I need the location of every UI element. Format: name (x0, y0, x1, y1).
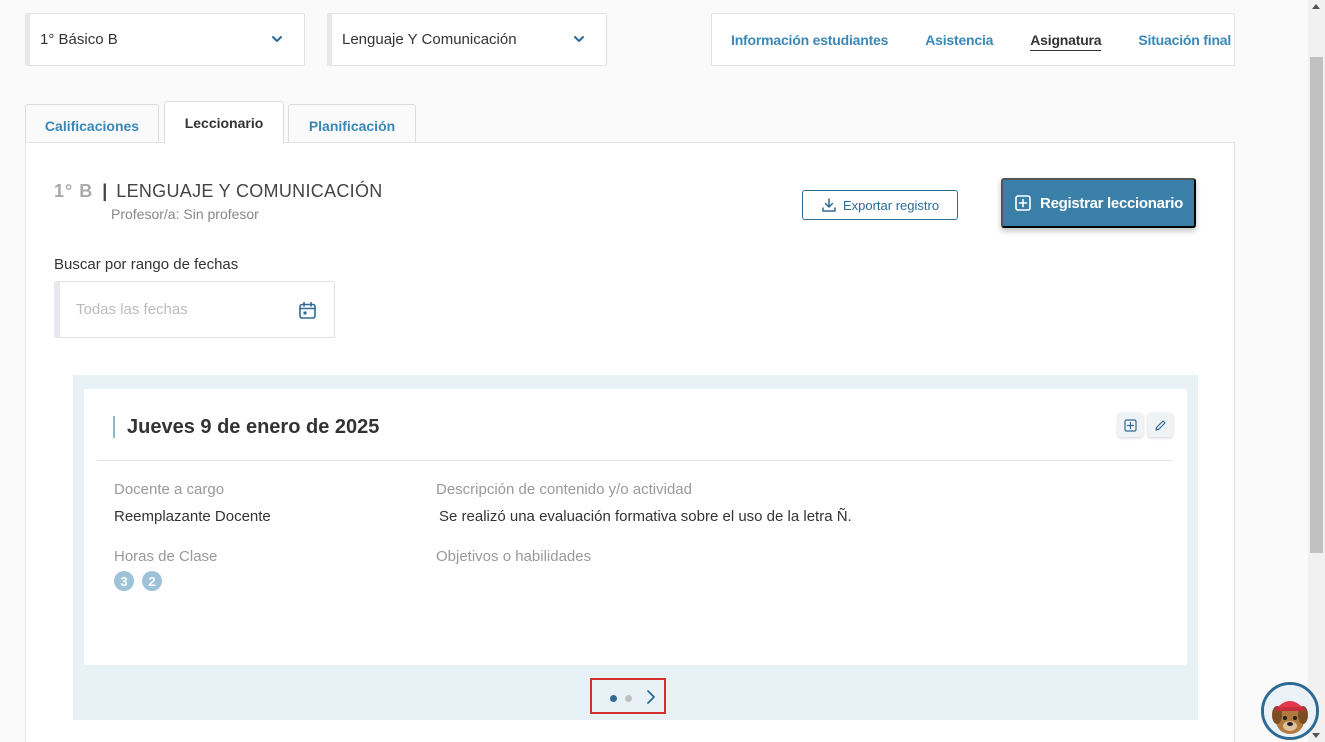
add-entry-button[interactable] (1118, 413, 1143, 437)
top-nav: Información estudiantes Asistencia Asign… (711, 13, 1235, 66)
edit-entry-button[interactable] (1148, 413, 1173, 437)
lesson-date: Jueves 9 de enero de 2025 (113, 416, 379, 438)
nav-situacion-final[interactable]: Situación final (1138, 32, 1231, 48)
carousel-pager (590, 678, 666, 714)
hour-badge: 3 (114, 571, 134, 591)
chevron-down-icon (272, 36, 282, 42)
chevron-right-icon[interactable] (644, 689, 658, 705)
export-button-label: Exportar registro (842, 197, 940, 213)
hours-field-label: Horas de Clase (114, 548, 218, 565)
course-select-value: 1° Básico B (40, 31, 118, 48)
scrollbar[interactable] (1308, 0, 1325, 742)
register-button[interactable]: Registrar leccionario (1001, 178, 1196, 228)
subject-name: LENGUAJE Y COMUNICACIÓN (116, 181, 383, 201)
calendar-icon[interactable] (298, 301, 317, 320)
pencil-icon (1155, 419, 1166, 431)
lesson-carousel: Jueves 9 de enero de 2025 Docente a carg… (73, 375, 1198, 720)
scroll-down-arrow[interactable] (1312, 733, 1320, 738)
nav-asistencia[interactable]: Asistencia (925, 32, 993, 48)
date-range-input[interactable] (76, 301, 276, 318)
scrollbar-thumb[interactable] (1310, 57, 1323, 553)
lesson-card: Jueves 9 de enero de 2025 Docente a carg… (84, 389, 1187, 665)
description-field-value: Se realizó una evaluación formativa sobr… (439, 508, 852, 525)
subject-select-value: Lenguaje Y Comunicación (342, 31, 517, 48)
course-select[interactable]: 1° Básico B (25, 13, 305, 66)
course-code: 1° B (54, 181, 94, 201)
nav-informacion-estudiantes[interactable]: Información estudiantes (731, 32, 888, 48)
pager-dot[interactable] (625, 695, 632, 702)
tab-calificaciones[interactable]: Calificaciones (25, 104, 159, 143)
chevron-down-icon (574, 36, 584, 42)
export-button[interactable]: Exportar registro (802, 190, 958, 220)
dog-avatar-icon (1264, 685, 1316, 737)
date-range-label: Buscar por rango de fechas (54, 256, 239, 273)
nav-asignatura[interactable]: Asignatura (1030, 32, 1102, 51)
card-divider (97, 460, 1173, 461)
teacher-field-value: Reemplazante Docente (114, 508, 271, 525)
teacher-field-label: Docente a cargo (114, 481, 225, 498)
scroll-up-arrow[interactable] (1312, 4, 1320, 9)
page-title: 1° B | LENGUAJE Y COMUNICACIÓN (54, 181, 383, 202)
download-icon (822, 198, 836, 212)
description-field-label: Descripción de contenido y/o actividad (436, 481, 692, 498)
assistant-avatar[interactable] (1261, 682, 1319, 740)
plus-square-icon (1015, 195, 1031, 211)
objectives-field-label: Objetivos o habilidades (436, 548, 592, 565)
pager-dot-active[interactable] (610, 695, 617, 702)
plus-square-icon (1124, 418, 1137, 432)
tab-leccionario[interactable]: Leccionario (164, 101, 284, 144)
tab-planificacion[interactable]: Planificación (288, 104, 416, 143)
date-range-field[interactable] (54, 281, 335, 338)
teacher-label: Profesor/a: Sin profesor (111, 206, 259, 222)
subject-select[interactable]: Lenguaje Y Comunicación (327, 13, 607, 66)
register-button-label: Registrar leccionario (1040, 194, 1183, 212)
hour-badge: 2 (142, 571, 162, 591)
title-separator: | (102, 181, 108, 201)
